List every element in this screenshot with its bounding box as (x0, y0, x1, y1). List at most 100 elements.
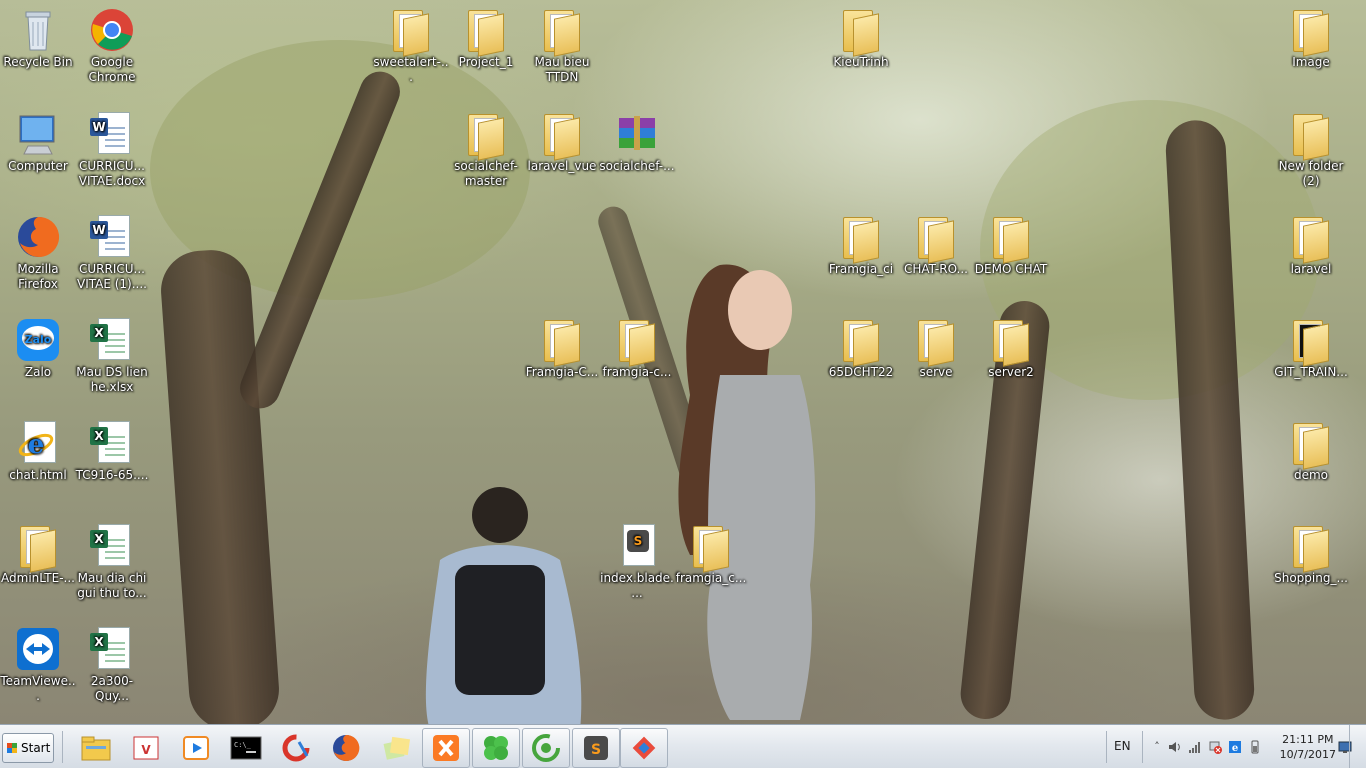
sticky-notes-icon (383, 736, 411, 760)
desktop-icon-folder[interactable]: demo (1273, 419, 1349, 483)
language-indicator[interactable]: EN (1114, 739, 1131, 753)
desktop-icon-folder[interactable]: serve (898, 316, 974, 380)
desktop-icon-label: Computer (8, 159, 68, 173)
folder-icon (387, 6, 435, 57)
clock[interactable]: 21:11 PM 10/7/2017 (1280, 732, 1336, 762)
desktop-icon-google-chrome[interactable]: Google Chrome (74, 6, 150, 85)
firefox-icon (14, 213, 62, 261)
desktop-icon-folder[interactable]: laravel (1273, 213, 1349, 277)
desktop-icon-word-document[interactable]: W CURRICU... VITAE (1).... (74, 213, 150, 292)
folder-icon (613, 316, 661, 367)
tray-separator (1142, 731, 1143, 763)
desktop-icon-folder[interactable]: Image (1273, 6, 1349, 70)
desktop-icon-folder[interactable]: socialchef-master (448, 110, 524, 189)
folder-icon (1287, 419, 1335, 470)
desktop-icon-folder[interactable]: CHAT-RO... (898, 213, 974, 277)
desktop-icon-label: 65DCHT22 (828, 365, 894, 379)
desktop-icon-label: TeamViewe... (0, 674, 76, 703)
folder-icon (538, 110, 586, 161)
desktop-icon-word-document[interactable]: W CURRICU... VITAE.docx (74, 110, 150, 189)
desktop-icon-folder[interactable]: sweetalert-... (373, 6, 449, 85)
desktop-icon-label: laravel (1290, 262, 1332, 276)
desktop-icon-folder[interactable]: Mau bieu TTDN (524, 6, 600, 85)
desktop-icon-mozilla-firefox[interactable]: Mozilla Firefox (0, 213, 76, 292)
start-button[interactable]: Start (2, 733, 54, 763)
battery-icon[interactable] (1248, 740, 1262, 754)
taskbar-clover[interactable] (472, 728, 520, 768)
desktop-icon-label: Mau dia chi gui thu to... (77, 571, 147, 600)
ie-tray-icon[interactable]: e (1228, 740, 1242, 754)
desktop-icon-label: framgia-c... (602, 365, 672, 379)
taskbar-media-player[interactable] (172, 728, 220, 768)
desktop-icon-label: index.blade.... (600, 571, 674, 600)
show-desktop-button[interactable] (1349, 725, 1366, 768)
desktop-icon-html-file[interactable]: e chat.html (0, 419, 76, 483)
desktop-icon-excel-document[interactable]: X 2a300-Quy... (74, 625, 150, 704)
desktop-icon-zalo[interactable]: Zalo Zalo (0, 316, 76, 380)
clock-date: 10/7/2017 (1279, 748, 1336, 761)
desktop-icon-excel-document[interactable]: X Mau dia chi gui thu to... (74, 522, 150, 601)
desktop-icon-computer[interactable]: Computer (0, 110, 76, 174)
windows-explorer-icon (81, 736, 111, 761)
taskbar-ccleaner[interactable] (272, 728, 320, 768)
desktop-icon-folder[interactable]: DEMO CHAT (973, 213, 1049, 277)
svg-text:V: V (141, 743, 151, 757)
desktop-icon-label: TC916-65.... (75, 468, 149, 482)
folder-icon (462, 110, 510, 161)
desktop-icon-folder[interactable]: GIT_TRAIN... (1273, 316, 1349, 380)
taskbar-windows-explorer[interactable] (72, 728, 120, 768)
desktop-icon-folder[interactable]: framgia_c... (673, 522, 749, 586)
folder-icon (538, 316, 586, 367)
taskbar-firefox[interactable] (322, 728, 370, 768)
desktop-icon-excel-document[interactable]: X TC916-65.... (74, 419, 150, 483)
desktop-icon-sublime-file[interactable]: S index.blade.... (599, 522, 675, 601)
internet-explorer-icon: e (14, 419, 62, 467)
network-signal-icon[interactable] (1188, 740, 1202, 754)
desktop-icon-label: Recycle Bin (3, 55, 73, 69)
desktop-icon-recycle-bin[interactable]: Recycle Bin (0, 6, 76, 70)
taskbar-sublime-text[interactable]: S (572, 728, 620, 768)
folder-icon (462, 6, 510, 57)
volume-icon[interactable] (1168, 740, 1182, 754)
desktop-icon-label: AdminLTE-... (1, 571, 75, 585)
taskbar-xampp[interactable] (422, 728, 470, 768)
desktop-icon-folder[interactable]: server2 (973, 316, 1049, 380)
desktop-icon-label: chat.html (9, 468, 67, 482)
desktop-icon-label: framgia_c... (675, 571, 747, 585)
folder-icon (1287, 6, 1335, 57)
desktop-icon-folder[interactable]: Shopping_... (1273, 522, 1349, 586)
desktop-icon-folder[interactable]: laravel_vue (524, 110, 600, 174)
wallpaper-man-figure (425, 487, 582, 724)
desktop-icon-folder[interactable]: Framgia_ci (823, 213, 899, 277)
firefox-icon (333, 734, 360, 761)
folder-icon (538, 6, 586, 57)
windows-logo-icon (7, 743, 17, 753)
desktop-icon-folder[interactable]: AdminLTE-... (0, 522, 76, 586)
desktop-icon-folder[interactable]: framgia-c... (599, 316, 675, 380)
show-hidden-icons-chevron-icon[interactable]: ˄ (1150, 740, 1164, 754)
desktop-icon-folder[interactable]: Framgia-C... (524, 316, 600, 380)
taskbar-git[interactable] (620, 728, 668, 768)
svg-text:Zalo: Zalo (25, 333, 52, 346)
taskbar-sticky-notes[interactable] (372, 728, 420, 768)
sublime-text-icon: S (584, 736, 608, 760)
desktop-icon-folder[interactable]: KieuTrinh (823, 6, 899, 70)
desktop-icon-archive[interactable]: socialchef-... (599, 110, 675, 174)
desktop-icon-label: laravel_vue (527, 159, 597, 173)
desktop-icon-teamviewer[interactable]: TeamViewe... (0, 625, 76, 704)
taskbar-coc-coc[interactable] (522, 728, 570, 768)
folder-icon (837, 316, 885, 367)
desktop-icon-folder[interactable]: 65DCHT22 (823, 316, 899, 380)
folder-icon (987, 316, 1035, 367)
network-disconnected-icon[interactable] (1208, 740, 1222, 754)
desktop-icon-excel-document[interactable]: X Mau DS lien he.xlsx (74, 316, 150, 395)
folder-icon (1287, 522, 1335, 573)
desktop-icon-folder[interactable]: New folder (2) (1273, 110, 1349, 189)
folder-icon (14, 522, 62, 573)
folder-icon (912, 213, 960, 264)
taskbar-command-prompt[interactable]: C:\_ (222, 728, 270, 768)
folder-icon (987, 213, 1035, 264)
desktop-icon-folder[interactable]: Project_1 (448, 6, 524, 70)
taskbar-unikey[interactable]: V (122, 728, 170, 768)
desktop-icon-label: New folder (2) (1278, 159, 1344, 188)
